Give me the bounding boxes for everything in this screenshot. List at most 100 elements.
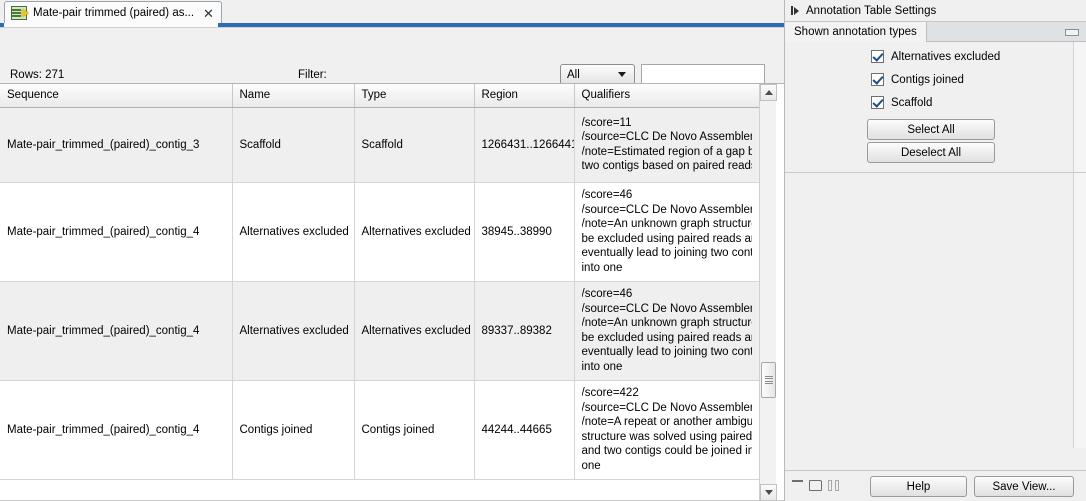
- filter-bar: Rows: 271 Filter: All: [0, 28, 784, 83]
- cell-qualifiers: /score=46/source=CLC De Novo Assembler/n…: [574, 182, 759, 281]
- qualifier-line: /source=CLC De Novo Assembler: [582, 302, 752, 317]
- checkbox-row-contigs-joined[interactable]: Contigs joined: [871, 73, 964, 86]
- checkbox-contigs-joined[interactable]: [871, 73, 884, 86]
- qualifier-line: into one: [582, 261, 752, 276]
- scroll-up-button[interactable]: [760, 84, 777, 101]
- cell-type: Alternatives excluded: [354, 281, 474, 380]
- select-all-button[interactable]: Select All: [867, 119, 995, 140]
- table-row[interactable]: Mate-pair_trimmed_(paired)_contig_4Alter…: [0, 182, 759, 281]
- expand-panel-icon[interactable]: [791, 6, 799, 15]
- scroll-down-button[interactable]: [760, 484, 777, 501]
- qualifier-line: /note=Estimated region of a gap betwe: [582, 145, 752, 160]
- folder-icon[interactable]: [809, 480, 822, 491]
- sidebar-section-tabrow: Shown annotation types: [785, 22, 1086, 42]
- qualifier-line: into one: [582, 360, 752, 375]
- qualifier-line: two contigs based on paired reads: [582, 159, 752, 174]
- save-view-button[interactable]: Save View...: [974, 476, 1074, 497]
- sidebar-section-divider: [785, 172, 1086, 173]
- triangle-down-icon: [765, 490, 773, 495]
- split-view-icon[interactable]: [828, 480, 840, 491]
- triangle-up-icon: [765, 90, 773, 95]
- annotation-table: Sequence Name Type Region Qualifiers Mat…: [0, 84, 760, 480]
- filter-scope-value: All: [561, 69, 618, 81]
- qualifier-line: /source=CLC De Novo Assembler: [582, 401, 752, 416]
- qualifier-line: /note=A repeat or another ambiguous: [582, 415, 752, 430]
- sidebar-body: Alternatives excluded Contigs joined Sca…: [785, 42, 1086, 448]
- qualifier-line: structure was solved using paired reads: [582, 430, 752, 445]
- deselect-all-button[interactable]: Deselect All: [867, 142, 995, 163]
- main-panel: Rows: 271 Filter: All Sequence Name Type: [0, 27, 784, 501]
- qualifier-line: be excluded using paired reads and: [582, 331, 752, 346]
- close-icon[interactable]: ✕: [203, 7, 214, 20]
- table-vertical-scrollbar[interactable]: [759, 84, 776, 501]
- rows-count-label: Rows: 271: [10, 69, 64, 81]
- qualifier-line: /source=CLC De Novo Assembler: [582, 130, 752, 145]
- table-header-row: Sequence Name Type Region Qualifiers: [0, 84, 759, 107]
- minimize-section-icon[interactable]: [1065, 29, 1079, 36]
- filter-scope-dropdown[interactable]: All: [560, 64, 635, 85]
- qualifier-line: /score=46: [582, 287, 752, 302]
- cell-name: Scaffold: [232, 107, 354, 182]
- cell-qualifiers: /score=422/source=CLC De Novo Assembler/…: [574, 380, 759, 479]
- scrollbar-thumb[interactable]: [761, 362, 776, 398]
- column-header-name[interactable]: Name: [232, 84, 354, 107]
- filter-label: Filter:: [298, 69, 327, 81]
- tab-strip: Mate-pair trimmed (paired) as... ✕: [0, 0, 784, 24]
- checkbox-row-alternatives-excluded[interactable]: Alternatives excluded: [871, 50, 1000, 63]
- deselect-all-label: Deselect All: [901, 147, 961, 159]
- checkbox-label: Alternatives excluded: [891, 51, 1000, 63]
- qualifier-line: and two contigs could be joined into: [582, 444, 752, 459]
- column-header-sequence[interactable]: Sequence: [0, 84, 232, 107]
- qualifier-line: one: [582, 459, 752, 474]
- cell-region: 89337..89382: [474, 281, 574, 380]
- cell-sequence: Mate-pair_trimmed_(paired)_contig_4: [0, 182, 232, 281]
- checkbox-alternatives-excluded[interactable]: [871, 50, 884, 63]
- sidebar-footer: Help Save View...: [785, 470, 1086, 501]
- cell-type: Contigs joined: [354, 380, 474, 479]
- sidebar-header[interactable]: Annotation Table Settings: [785, 0, 1086, 22]
- checkbox-label: Contigs joined: [891, 74, 964, 86]
- sidebar-title: Annotation Table Settings: [806, 5, 936, 17]
- application-window: Mate-pair trimmed (paired) as... ✕ Rows:…: [0, 0, 1086, 501]
- table-row[interactable]: Mate-pair_trimmed_(paired)_contig_4 Alter…: [0, 281, 759, 380]
- cell-region: 38945..38990: [474, 182, 574, 281]
- annotation-table-container: Sequence Name Type Region Qualifiers Mat…: [0, 83, 784, 500]
- cell-type: Alternatives excluded: [354, 182, 474, 281]
- sidebar-tab-shown-annotation-types[interactable]: Shown annotation types: [785, 22, 927, 42]
- cell-type: Scaffold: [354, 107, 474, 182]
- help-button[interactable]: Help: [870, 476, 967, 497]
- table-row[interactable]: Mate-pair_trimmed_(paired)_contig_3Scaff…: [0, 107, 759, 182]
- qualifier-line: eventually lead to joining two contigs: [582, 246, 752, 261]
- column-header-region[interactable]: Region: [474, 84, 574, 107]
- qualifier-line: /score=11: [582, 116, 752, 131]
- tab-label: Mate-pair trimmed (paired) as...: [33, 7, 194, 19]
- save-view-label: Save View...: [992, 481, 1055, 493]
- cell-name: Alternatives excluded: [232, 182, 354, 281]
- table-row[interactable]: Mate-pair_trimmed_(paired)_contig_4Conti…: [0, 380, 759, 479]
- chevron-down-icon: [618, 72, 626, 77]
- checkbox-scaffold[interactable]: [871, 96, 884, 109]
- cell-sequence: Mate-pair_trimmed_(paired)_contig_4: [0, 380, 232, 479]
- qualifier-line: /score=46: [582, 188, 752, 203]
- cell-sequence: Mate-pair_trimmed_(paired)_contig_4: [0, 281, 232, 380]
- checkbox-row-scaffold[interactable]: Scaffold: [871, 96, 932, 109]
- table-body: Mate-pair_trimmed_(paired)_contig_3Scaff…: [0, 107, 759, 479]
- filter-input[interactable]: [641, 64, 765, 85]
- qualifier-line: /source=CLC De Novo Assembler: [582, 203, 752, 218]
- sidebar-tab-label: Shown annotation types: [794, 26, 917, 38]
- cell-region: 44244..44665: [474, 380, 574, 479]
- cell-name: Contigs joined: [232, 380, 354, 479]
- table-arrow-icon: [11, 6, 27, 20]
- qualifier-line: /note=An unknown graph structure cou: [582, 316, 752, 331]
- sidebar-scroll-track[interactable]: [1073, 42, 1086, 448]
- checkbox-label: Scaffold: [891, 97, 932, 109]
- select-all-label: Select All: [907, 124, 954, 136]
- column-header-qualifiers[interactable]: Qualifiers: [574, 84, 759, 107]
- help-label: Help: [907, 481, 931, 493]
- collapse-icon[interactable]: [792, 480, 803, 482]
- cell-region: 1266431..1266441: [474, 107, 574, 182]
- qualifier-line: /note=An unknown graph structure cou: [582, 217, 752, 232]
- tab-annotation-table[interactable]: Mate-pair trimmed (paired) as... ✕: [4, 1, 222, 24]
- settings-sidebar: Annotation Table Settings Shown annotati…: [784, 0, 1086, 501]
- column-header-type[interactable]: Type: [354, 84, 474, 107]
